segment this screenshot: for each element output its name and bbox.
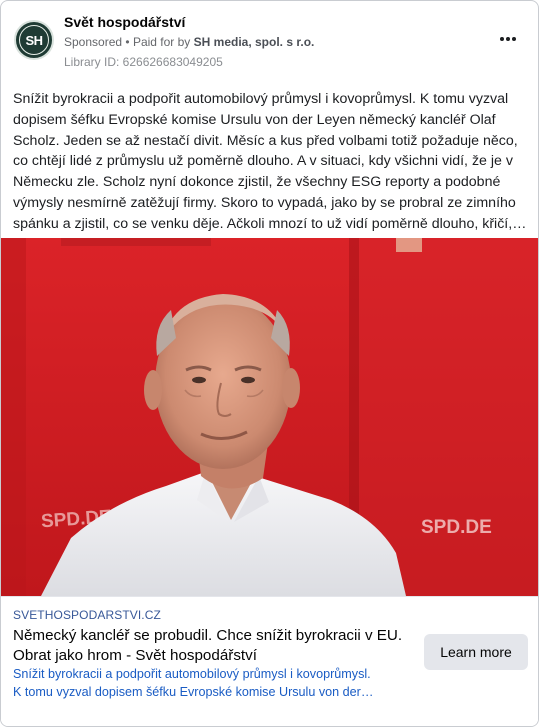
learn-more-button[interactable]: Learn more [424,634,528,670]
link-description-line: K tomu vyzval dopisem šéfku Evropské kom… [13,685,374,699]
link-preview[interactable]: SVETHOSPODARSTVI.CZ Německý kancléř se p… [1,596,538,726]
post-body: Snížit byrokracii a podpořit automobilov… [13,91,518,232]
link-description[interactable]: Snížit byrokracii a podpořit automobilov… [13,665,418,701]
sponsored-label[interactable]: Sponsored [64,35,122,49]
sponsored-meta: Sponsored • Paid for by SH media, spol. … [64,35,314,49]
link-domain[interactable]: SVETHOSPODARSTVI.CZ [13,608,161,622]
post-body-text: Snížit byrokracii a podpořit automobilov… [13,89,533,235]
avatar-initials: SH [19,25,49,55]
post-image[interactable]: SPD.DE SPD.DE [1,238,538,596]
link-description-line: Snížit byrokracii a podpořit automobilov… [13,667,371,681]
dot [500,37,504,41]
more-options-icon[interactable] [496,31,520,47]
paid-for-by-name: SH media, spol. s r.o. [193,35,315,49]
post-header: SH Svět hospodářství Sponsored • Paid fo… [13,13,526,73]
dot [506,37,510,41]
link-headline[interactable]: Německý kancléř se probudil. Chce snížit… [13,626,418,666]
page-avatar[interactable]: SH [14,20,54,60]
dot [512,37,516,41]
portrait-photo: SPD.DE SPD.DE [1,238,538,596]
banner-right-text: SPD.DE [421,517,492,538]
meta-separator: • [125,35,130,49]
page-name-link[interactable]: Svět hospodářství [64,14,185,30]
sponsored-post-card: SH Svět hospodářství Sponsored • Paid fo… [0,0,539,727]
paid-for-prefix: Paid for by [132,35,191,49]
library-id: Library ID: 626626683049205 [64,55,223,69]
